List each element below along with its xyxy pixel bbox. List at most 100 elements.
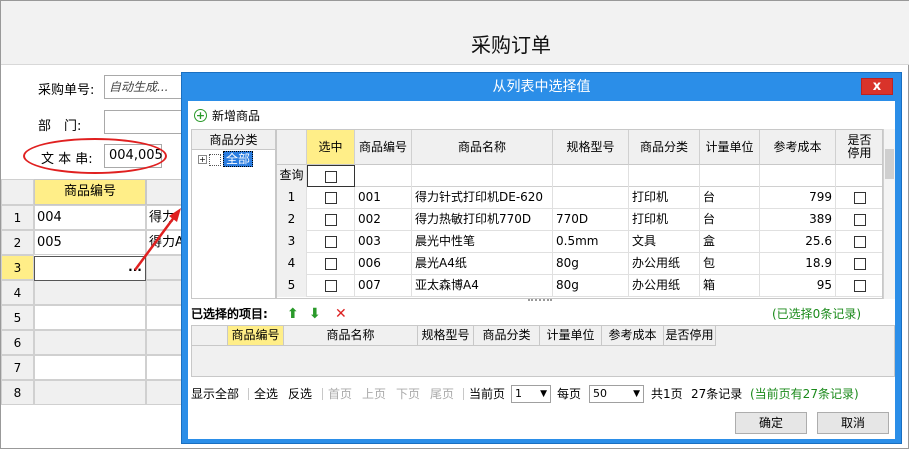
- select-cell[interactable]: [307, 209, 355, 231]
- selected-header-spec[interactable]: 规格型号: [418, 326, 474, 346]
- checkbox[interactable]: [324, 191, 337, 204]
- query-cell[interactable]: [700, 165, 760, 187]
- dialog-title: 从列表中选择值: [492, 79, 591, 95]
- query-cell[interactable]: [836, 165, 882, 187]
- grid-cell-code[interactable]: [34, 380, 146, 405]
- grid-cell-name[interactable]: [146, 280, 183, 305]
- select-cell[interactable]: [307, 231, 355, 253]
- current-page-select[interactable]: 1 ▼: [511, 385, 551, 403]
- order-no-field[interactable]: 自动生成...: [104, 75, 184, 99]
- disabled-cell[interactable]: [836, 209, 882, 231]
- table-scrollbar[interactable]: [883, 129, 895, 299]
- add-product-label: 新增商品: [212, 109, 261, 123]
- column-header-category[interactable]: 商品分类: [629, 130, 700, 165]
- selected-header-cost[interactable]: 参考成本: [602, 326, 664, 346]
- cancel-button[interactable]: 取消: [817, 412, 889, 434]
- query-cell[interactable]: [629, 165, 700, 187]
- ok-button[interactable]: 确定: [735, 412, 807, 434]
- grid-header-name[interactable]: [146, 179, 183, 205]
- category-header: 商品分类: [192, 130, 275, 150]
- next-page-button[interactable]: 下页: [396, 383, 420, 405]
- table-row[interactable]: 3 003 晨光中性笔 0.5mm 文具 盒 25.6: [277, 231, 882, 253]
- cell-category: 办公用纸: [629, 275, 700, 297]
- last-page-button[interactable]: 尾页: [430, 383, 454, 405]
- grid-cell-name[interactable]: [146, 380, 183, 405]
- select-all-button[interactable]: 全选: [254, 383, 278, 405]
- checkbox[interactable]: [853, 191, 866, 204]
- cell-cost: 25.6: [760, 231, 836, 253]
- arrow-up-icon[interactable]: ⬆: [287, 305, 299, 323]
- column-header-select[interactable]: 选中: [307, 130, 355, 165]
- column-header-spec[interactable]: 规格型号: [553, 130, 629, 165]
- column-header-cost[interactable]: 参考成本: [760, 130, 836, 165]
- expand-icon[interactable]: +: [198, 155, 207, 164]
- cell-spec: 80g: [553, 275, 629, 297]
- grid-cell-code[interactable]: [34, 355, 146, 380]
- checkbox[interactable]: [324, 279, 337, 292]
- checkbox[interactable]: [324, 235, 337, 248]
- row-number: 1: [277, 187, 307, 209]
- grid-cell-name[interactable]: [146, 355, 183, 380]
- splitter-handle[interactable]: [528, 299, 552, 303]
- grid-cell-code[interactable]: [34, 305, 146, 330]
- dept-field[interactable]: [104, 110, 184, 134]
- query-cell[interactable]: [355, 165, 412, 187]
- select-cell[interactable]: [307, 275, 355, 297]
- category-node-all[interactable]: 全部: [223, 151, 254, 167]
- query-cell[interactable]: [760, 165, 836, 187]
- delete-icon[interactable]: ✕: [335, 305, 347, 323]
- show-all-button[interactable]: 显示全部: [191, 383, 239, 405]
- checkbox[interactable]: [853, 279, 866, 292]
- checkbox[interactable]: [324, 257, 337, 270]
- table-row[interactable]: 4 006 晨光A4纸 80g 办公用纸 包 18.9: [277, 253, 882, 275]
- query-label[interactable]: 查询: [277, 165, 307, 187]
- close-button[interactable]: x: [861, 78, 893, 95]
- grid-cell-code[interactable]: [34, 330, 146, 355]
- grid-header-code[interactable]: 商品编号: [34, 179, 146, 205]
- checkbox[interactable]: [325, 170, 337, 183]
- query-cell[interactable]: [412, 165, 553, 187]
- disabled-cell[interactable]: [836, 231, 882, 253]
- select-cell[interactable]: [307, 187, 355, 209]
- checkbox[interactable]: [853, 213, 866, 226]
- column-header-code[interactable]: 商品编号: [355, 130, 412, 165]
- grid-cell-name[interactable]: [146, 305, 183, 330]
- query-cell[interactable]: [553, 165, 629, 187]
- disabled-cell[interactable]: [836, 275, 882, 297]
- cell-category: 打印机: [629, 187, 700, 209]
- checkbox[interactable]: [853, 257, 866, 270]
- invert-selection-button[interactable]: 反选: [288, 383, 312, 405]
- checkbox[interactable]: [324, 213, 337, 226]
- first-page-button[interactable]: 首页: [328, 383, 352, 405]
- selected-header-code[interactable]: 商品编号: [228, 326, 284, 346]
- select-cell[interactable]: [307, 253, 355, 275]
- grid-row-number: 3: [1, 255, 34, 280]
- column-header-name[interactable]: 商品名称: [412, 130, 553, 165]
- table-row[interactable]: 2 002 得力热敏打印机770D 770D 打印机 台 389: [277, 209, 882, 231]
- per-page-select[interactable]: 50 ▼: [589, 385, 644, 403]
- selected-header-name[interactable]: 商品名称: [284, 326, 418, 346]
- table-row[interactable]: 5 007 亚太森博A4 80g 办公用纸 箱 95: [277, 275, 882, 297]
- disabled-cell[interactable]: [836, 253, 882, 275]
- scrollbar-thumb[interactable]: [885, 149, 894, 179]
- checkbox[interactable]: [853, 235, 866, 248]
- column-header-unit[interactable]: 计量单位: [700, 130, 760, 165]
- grid-cell-name[interactable]: [146, 330, 183, 355]
- query-select-filter[interactable]: [307, 165, 355, 187]
- add-product-button[interactable]: + 新增商品: [194, 107, 260, 125]
- cell-cost: 799: [760, 187, 836, 209]
- prev-page-button[interactable]: 上页: [362, 383, 386, 405]
- selected-header-disabled[interactable]: 是否停用: [664, 326, 716, 346]
- selected-items-bar: 已选择的项目: ⬆ ⬇ ✕ (已选择0条记录): [191, 305, 895, 323]
- grid-cell-code[interactable]: [34, 280, 146, 305]
- selected-header-unit[interactable]: 计量单位: [540, 326, 602, 346]
- divider: [322, 388, 323, 400]
- table-corner: [277, 130, 307, 165]
- divider: [463, 388, 464, 400]
- cell-code: 002: [355, 209, 412, 231]
- arrow-down-icon[interactable]: ⬇: [309, 305, 321, 323]
- disabled-cell[interactable]: [836, 187, 882, 209]
- selected-header-category[interactable]: 商品分类: [474, 326, 540, 346]
- column-header-disabled[interactable]: 是否停用: [836, 130, 882, 165]
- table-row[interactable]: 1 001 得力针式打印机DE-620 打印机 台 799: [277, 187, 882, 209]
